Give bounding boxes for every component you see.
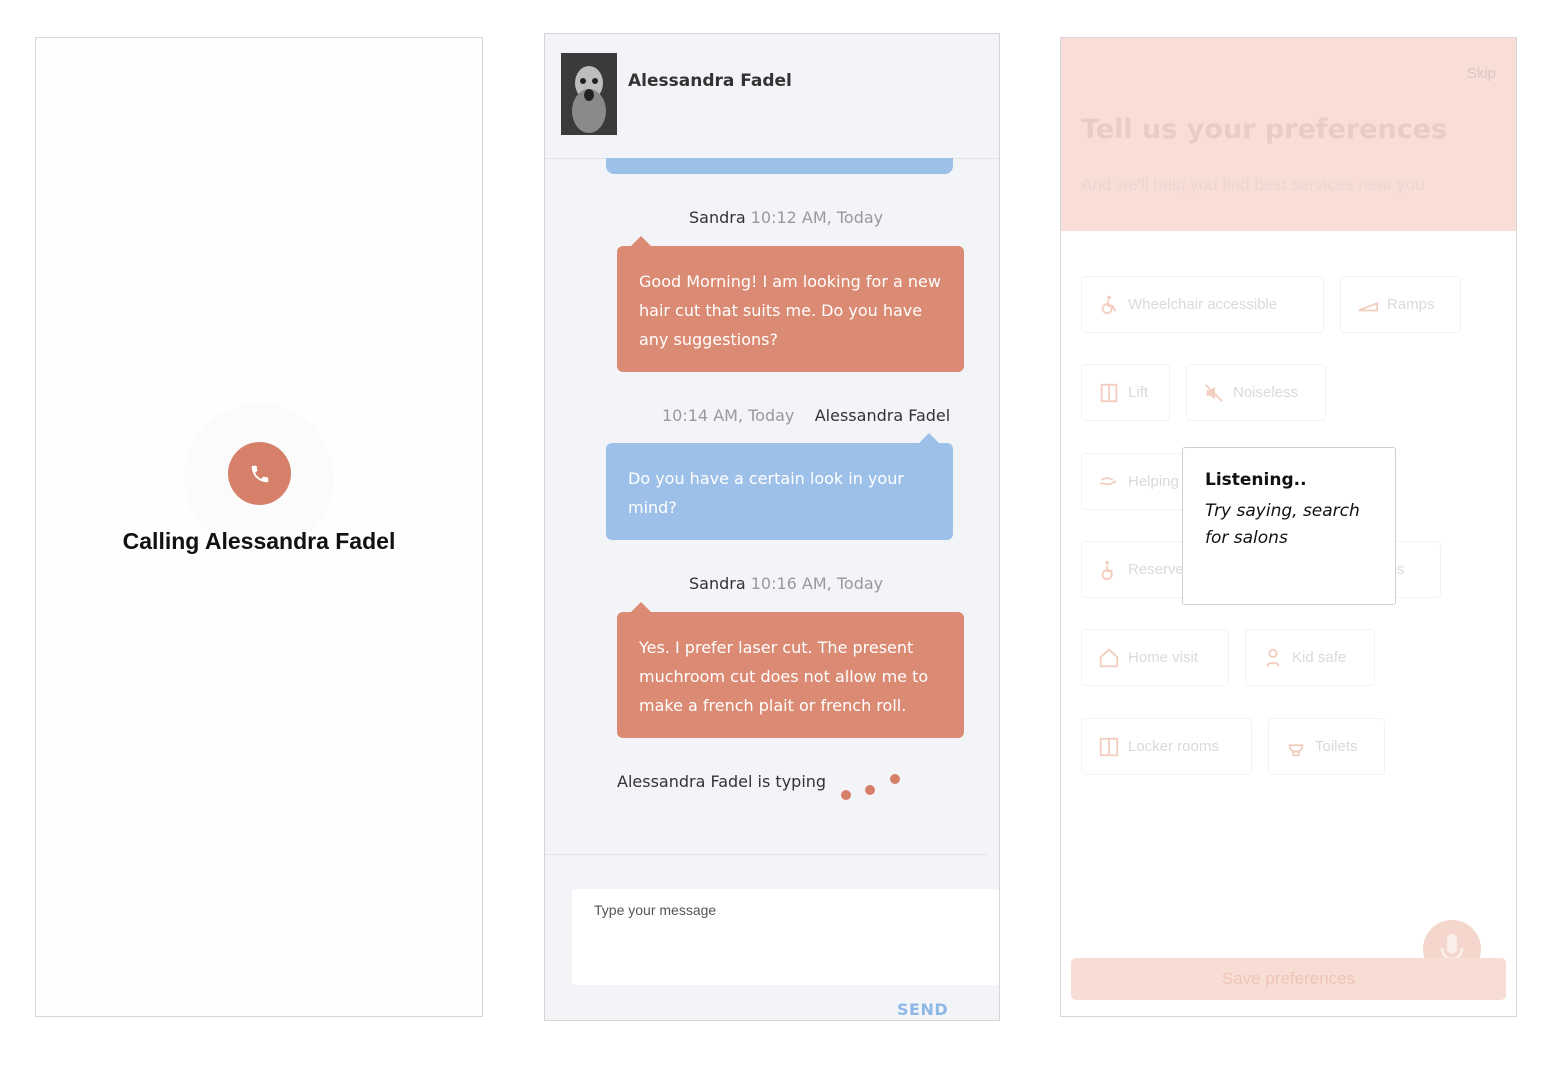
typing-dot — [890, 774, 900, 784]
listening-title: Listening.. — [1205, 470, 1307, 490]
bubble-pointer — [631, 236, 651, 246]
option-noiseless[interactable]: Noiseless — [1186, 364, 1326, 421]
option-label: Wheelchair accessible — [1128, 296, 1278, 313]
avatar[interactable] — [561, 53, 617, 135]
option-home-visit[interactable]: Home visit — [1081, 629, 1229, 686]
option-locker-rooms[interactable]: Locker rooms — [1081, 718, 1252, 775]
message-sender: Sandra — [689, 208, 746, 227]
skip-button[interactable]: Skip — [1467, 65, 1496, 82]
calling-screen: Calling Alessandra Fadel — [35, 37, 483, 1017]
mute-icon — [1205, 383, 1223, 402]
bubble-pointer — [631, 602, 651, 612]
listening-dialog: Listening.. Try saying, search for salon… — [1182, 447, 1396, 605]
message-time: 10:12 AM, Today — [750, 208, 884, 227]
option-label: Kid safe — [1292, 649, 1347, 666]
option-toilets[interactable]: Toilets — [1268, 718, 1385, 775]
send-button[interactable]: SEND — [897, 1000, 948, 1019]
contact-name: Alessandra Fadel — [628, 71, 792, 91]
chat-header: Alessandra Fadel — [545, 34, 999, 159]
page-title: Tell us your preferences — [1081, 114, 1448, 145]
calling-title: Calling Alessandra Fadel — [122, 528, 396, 554]
chat-message-bubble: Yes. I prefer laser cut. The present muc… — [617, 612, 964, 738]
message-time: 10:14 AM, Today — [662, 406, 795, 425]
chat-message-bubble: Good Morning! I am looking for a new hai… — [617, 246, 964, 372]
typing-dot — [841, 790, 851, 800]
kid-icon — [1266, 648, 1280, 667]
preferences-screen: Skip Tell us your preferences And we'll … — [1060, 37, 1517, 1017]
option-label: Locker rooms — [1128, 738, 1219, 755]
previous-message-bubble — [606, 158, 953, 174]
message-meta: Sandra 10:12 AM, Today — [689, 208, 883, 227]
call-button[interactable] — [228, 442, 291, 505]
ramp-icon — [1358, 301, 1379, 311]
option-label: Lift — [1128, 384, 1149, 401]
divider — [545, 854, 987, 855]
typing-dot — [865, 785, 875, 795]
option-wheelchair-accessible[interactable]: Wheelchair accessible — [1081, 276, 1324, 333]
option-ramps[interactable]: Ramps — [1340, 276, 1461, 333]
helping-hand-icon — [1099, 476, 1117, 485]
message-time: 10:16 AM, Today — [750, 574, 884, 593]
page-subtitle: And we'll help you find best services ne… — [1081, 175, 1425, 194]
reserve-icon — [1101, 560, 1113, 580]
bubble-pointer — [919, 433, 939, 443]
option-label: Helping — [1128, 473, 1179, 490]
listening-hint: Try saying, search for salons — [1205, 501, 1360, 548]
toilet-icon — [1288, 743, 1304, 756]
message-meta: Sandra 10:16 AM, Today — [689, 574, 883, 593]
wheelchair-icon — [1101, 295, 1117, 314]
option-kid-safe[interactable]: Kid safe — [1245, 629, 1375, 686]
option-label: Ramps — [1387, 296, 1435, 313]
phone-icon — [251, 465, 268, 482]
chat-message-bubble: Do you have a certain look in your mind? — [606, 443, 953, 540]
home-icon — [1099, 648, 1119, 667]
message-sender: Sandra — [689, 574, 746, 593]
message-input[interactable]: Type your message — [572, 889, 999, 985]
option-lift[interactable]: Lift — [1081, 364, 1170, 421]
option-label: Reserve — [1128, 561, 1184, 578]
preferences-header: Skip Tell us your preferences And we'll … — [1061, 38, 1516, 231]
message-meta: 10:14 AM, Today Alessandra Fadel — [662, 406, 950, 425]
option-label: Toilets — [1315, 738, 1358, 755]
lift-icon — [1100, 383, 1118, 402]
locker-icon — [1099, 737, 1119, 756]
option-label: Noiseless — [1233, 384, 1299, 401]
chat-screen: Alessandra Fadel Sandra 10:12 AM, Today … — [544, 33, 1000, 1021]
save-preferences-button[interactable]: Save preferences — [1071, 958, 1506, 1000]
message-sender: Alessandra Fadel — [814, 406, 951, 425]
option-label: Home visit — [1128, 649, 1199, 666]
typing-indicator-text: Alessandra Fadel is typing — [617, 772, 827, 791]
